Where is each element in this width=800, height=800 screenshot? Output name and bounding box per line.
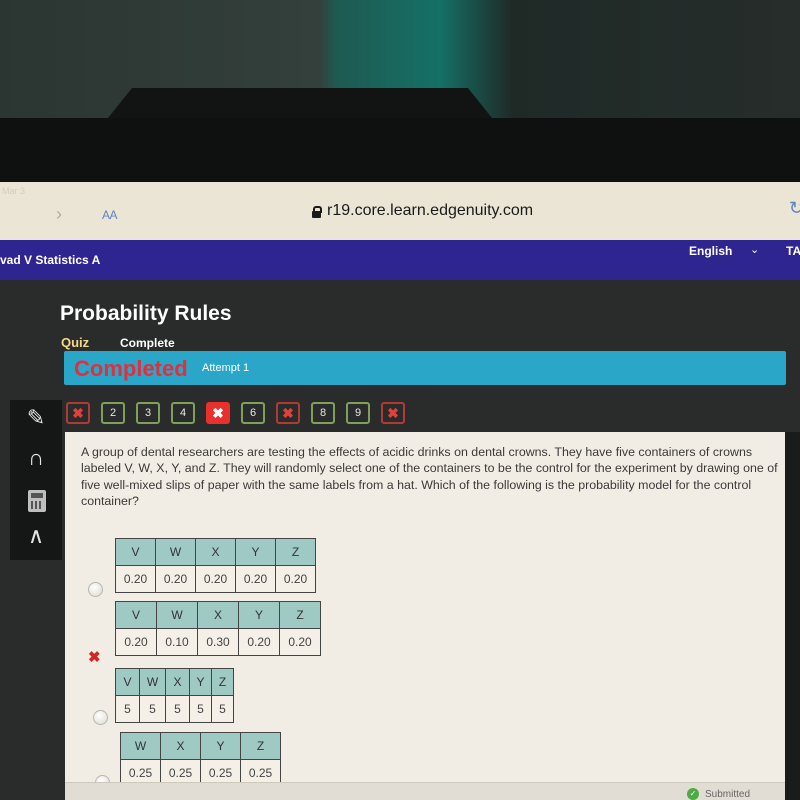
- device-bezel: [0, 118, 800, 184]
- question-navigation: ✖ 2 3 4 ✖ 6 ✖ 8 9 ✖: [66, 402, 405, 424]
- pencil-icon[interactable]: ✎: [22, 404, 50, 432]
- value-cell: 0.20: [195, 565, 236, 593]
- reload-icon[interactable]: ↻: [789, 198, 800, 219]
- header-cell: V: [115, 601, 157, 629]
- header-cell: W: [155, 538, 196, 566]
- option-1-table[interactable]: V W X Y Z 0.20 0.20 0.20 0.20 0.20: [115, 538, 316, 593]
- option-3-table[interactable]: V W X Y Z 5 5 5 5 5: [115, 668, 234, 723]
- header-cell: X: [160, 732, 201, 760]
- value-cell: 0.20: [238, 628, 280, 656]
- screen-edge: [785, 432, 800, 800]
- header-cell: Y: [200, 732, 241, 760]
- question-7-button[interactable]: ✖: [276, 402, 300, 424]
- value-cell: 0.20: [279, 628, 321, 656]
- question-8-button[interactable]: 8: [311, 402, 335, 424]
- header-cell: Z: [275, 538, 316, 566]
- submitted-label: Submitted: [705, 788, 751, 800]
- text-size-button[interactable]: AA: [102, 208, 118, 222]
- question-text: A group of dental researchers are testin…: [81, 445, 778, 508]
- completed-label: Completed: [74, 356, 188, 381]
- header-cell: Y: [238, 601, 280, 629]
- incorrect-x-icon: ✖: [88, 649, 101, 666]
- lock-icon: [312, 205, 322, 218]
- header-cell: V: [115, 538, 156, 566]
- activity-status: Complete: [120, 336, 175, 350]
- value-cell: 0.20: [155, 565, 196, 593]
- chevron-right-icon[interactable]: ›: [56, 204, 62, 225]
- course-bar: vad V Statistics A English ⌄ TA: [0, 240, 800, 280]
- activity-type: Quiz: [61, 335, 90, 350]
- question-10-button[interactable]: ✖: [381, 402, 405, 424]
- header-cell: Y: [189, 668, 212, 696]
- value-cell: 0.10: [156, 628, 198, 656]
- calculator-icon[interactable]: [28, 490, 46, 512]
- page-title: Probability Rules: [60, 302, 232, 325]
- value-cell: 5: [115, 695, 140, 723]
- option-4-table[interactable]: W X Y Z 0.25 0.25 0.25 0.25: [120, 732, 281, 787]
- value-cell: 0.20: [275, 565, 316, 593]
- language-select[interactable]: English: [689, 244, 732, 258]
- attempt-label: Attempt 1: [202, 362, 250, 374]
- value-cell: 5: [139, 695, 166, 723]
- value-cell: 5: [165, 695, 190, 723]
- header-cell: Z: [211, 668, 234, 696]
- headphones-icon[interactable]: ∩: [22, 444, 50, 472]
- header-cell: X: [195, 538, 236, 566]
- tools-sidebar: ✎ ∩ ∧: [10, 400, 62, 560]
- question-5-button[interactable]: ✖: [206, 402, 230, 424]
- question-4-button[interactable]: 4: [171, 402, 195, 424]
- header-cell: W: [156, 601, 198, 629]
- question-9-button[interactable]: 9: [346, 402, 370, 424]
- status-date: Mar 3: [2, 186, 26, 196]
- header-cell: W: [139, 668, 166, 696]
- value-cell: 0.20: [115, 565, 156, 593]
- header-cell: X: [197, 601, 239, 629]
- value-cell: 0.30: [197, 628, 239, 656]
- truncated-nav-item[interactable]: TA: [786, 244, 800, 258]
- value-cell: 5: [189, 695, 212, 723]
- collapse-icon[interactable]: ∧: [22, 522, 50, 550]
- question-3-button[interactable]: 3: [136, 402, 160, 424]
- url-text: r19.core.learn.edgenuity.com: [327, 202, 534, 219]
- value-cell: 0.20: [235, 565, 276, 593]
- browser-toolbar: Mar 3 › AA r19.core.learn.edgenuity.com …: [0, 182, 800, 240]
- question-card: A group of dental researchers are testin…: [65, 432, 785, 800]
- completion-banner: Completed Attempt 1: [64, 351, 786, 385]
- header-cell: Y: [235, 538, 276, 566]
- question-1-button[interactable]: ✖: [66, 402, 90, 424]
- question-6-button[interactable]: 6: [241, 402, 265, 424]
- submitted-status: ✓ Submitted: [687, 788, 750, 800]
- option-3-radio[interactable]: [93, 710, 108, 725]
- value-cell: 5: [211, 695, 234, 723]
- header-cell: Z: [279, 601, 321, 629]
- course-title: vad V Statistics A: [0, 253, 101, 267]
- header-cell: W: [120, 732, 161, 760]
- address-bar[interactable]: r19.core.learn.edgenuity.com: [312, 202, 533, 220]
- header-cell: V: [115, 668, 140, 696]
- question-2-button[interactable]: 2: [101, 402, 125, 424]
- header-cell: Z: [240, 732, 281, 760]
- option-2-table[interactable]: V W X Y Z 0.20 0.10 0.30 0.20 0.20: [115, 601, 321, 656]
- check-icon: ✓: [687, 788, 699, 800]
- chevron-down-icon[interactable]: ⌄: [750, 243, 759, 256]
- option-1-radio[interactable]: [88, 582, 103, 597]
- header-cell: X: [165, 668, 190, 696]
- footer-bar: ✓ Submitted: [65, 782, 785, 800]
- value-cell: 0.20: [115, 628, 157, 656]
